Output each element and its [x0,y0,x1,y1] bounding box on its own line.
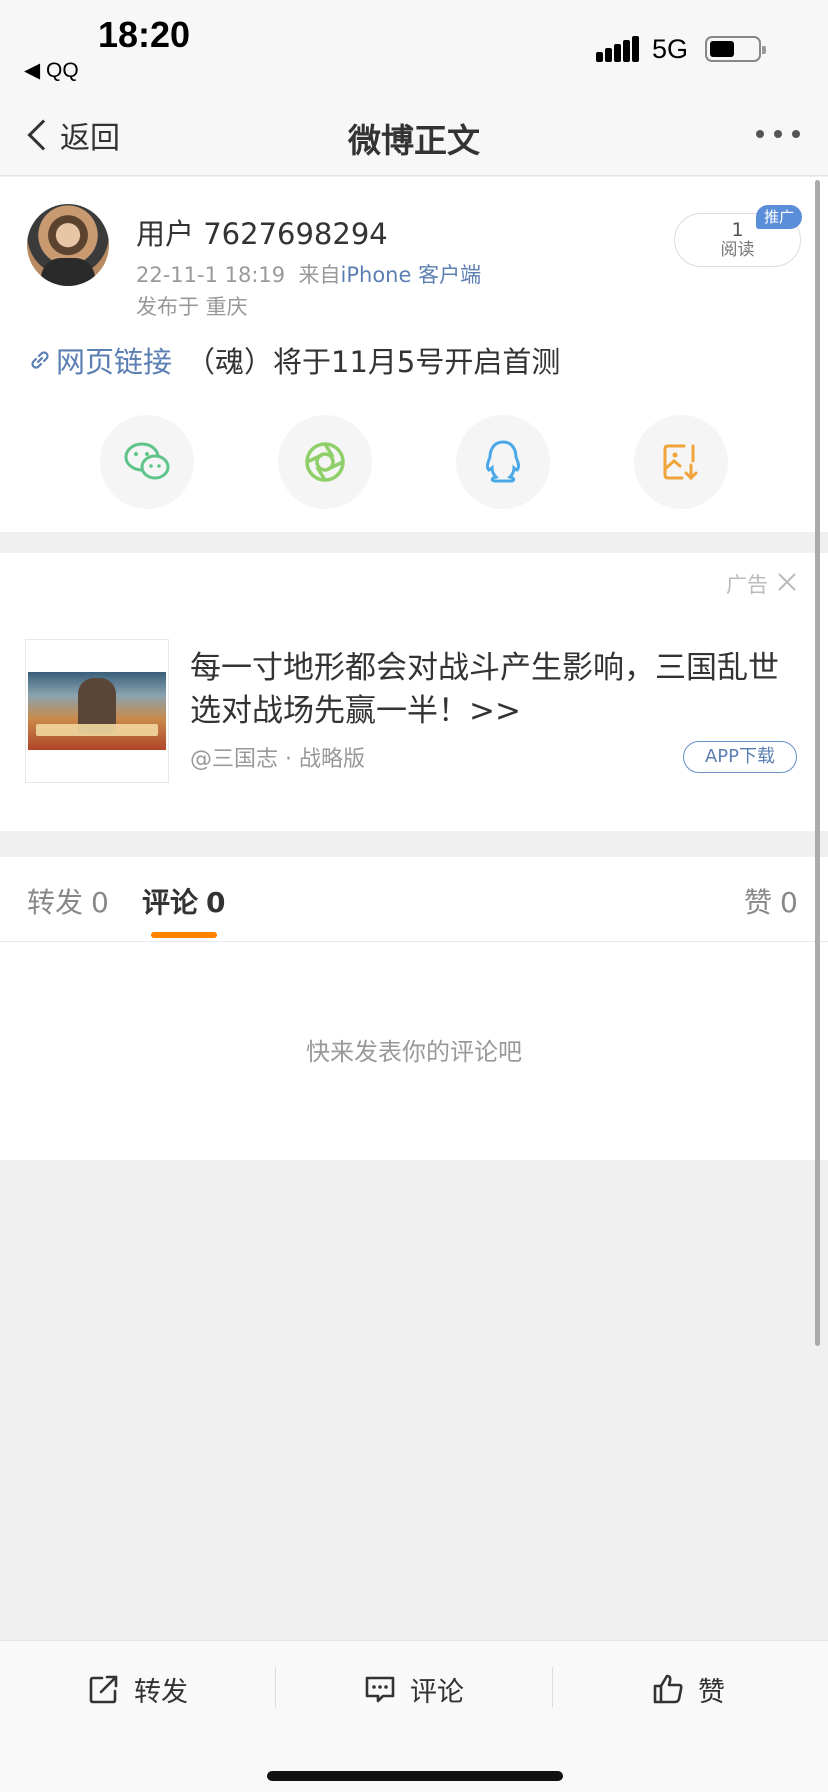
share-moments-button[interactable] [278,415,372,509]
more-options-icon[interactable] [756,130,800,138]
like-label: 赞 [698,1676,725,1708]
status-bar: 18:20 ◀ QQ 5G [0,0,828,98]
tab-repost[interactable]: 转发 0 [27,881,109,921]
post-meta: 22-11-1 18:19 来自iPhone 客户端 [136,259,481,289]
network-type: 5G [652,34,689,64]
tab-count: 0 [780,886,798,919]
ad-image[interactable] [25,639,169,783]
empty-comments-text: 快来发表你的评论吧 [306,1038,522,1066]
close-icon[interactable] [776,571,798,593]
active-tab-indicator [151,932,217,938]
tab-label: 赞 [744,886,773,919]
tab-comments[interactable]: 评论 0 [142,881,226,921]
link-icon [31,351,49,369]
repost-button[interactable]: 转发 [88,1667,188,1711]
share-qq-button[interactable] [456,415,550,509]
battery-icon [705,36,766,62]
thumbs-up-icon [653,1674,683,1704]
post-text: （魂）将于11月5号开启首测 [186,345,561,379]
back-to-app-link[interactable]: ◀ QQ [24,58,79,83]
nav-bar: 返回 微博正文 [0,98,828,176]
tab-likes[interactable]: 赞0 [744,881,798,921]
repost-label: 转发 [134,1676,188,1708]
bottom-toolbar: 转发 评论 赞 [0,1640,828,1792]
avatar[interactable] [27,204,109,286]
post-content: 网页链接 （魂）将于11月5号开启首测 [28,339,560,381]
like-button[interactable]: 赞 [652,1667,725,1711]
status-time: 18:20 [98,14,191,55]
ad-label: 广告 [726,573,768,597]
toolbar-divider [275,1667,276,1707]
ad-card[interactable]: 广告 每一寸地形都会对战斗产生影响，三国乱世选对战场先赢一半！>> @三国志 ·… [0,553,828,831]
post-source-link[interactable]: iPhone 客户端 [341,263,482,287]
tab-count: 0 [91,886,109,919]
ad-source: @三国志 · 战略版 [190,747,365,772]
comments-empty-state: 快来发表你的评论吧 [0,942,828,1160]
moments-icon [305,442,345,482]
save-image-icon [663,444,698,481]
tab-count: 0 [206,886,226,919]
page-title: 微博正文 [348,121,480,160]
post-card: 用户 7627698294 22-11-1 18:19 来自iPhone 客户端… [0,177,828,532]
app-download-button[interactable]: APP下载 [683,741,797,773]
post-timestamp: 22-11-1 18:19 [136,263,286,287]
promo-badge[interactable]: 推广 [756,205,803,229]
wechat-icon [124,442,170,480]
tab-label: 评论 [142,886,199,919]
comment-button[interactable]: 评论 [364,1667,464,1711]
post-location: 发布于 重庆 [136,295,248,319]
repost-icon [89,1675,118,1704]
comment-icon [365,1676,395,1703]
web-link[interactable]: 网页链接 [56,339,172,381]
read-label: 阅读 [720,240,755,260]
signal-icon [596,36,640,62]
post-source-prefix: 来自 [298,263,341,287]
share-row [0,415,828,511]
save-image-button[interactable] [634,415,728,509]
toolbar-divider [552,1667,553,1707]
interaction-tabs: 转发 0 评论 0 赞0 [0,857,828,942]
post-username[interactable]: 用户 7627698294 [136,211,388,253]
scrollbar[interactable] [815,180,820,1346]
tab-label: 转发 [27,886,84,919]
share-wechat-button[interactable] [100,415,194,509]
home-indicator[interactable] [267,1771,563,1781]
ad-title[interactable]: 每一寸地形都会对战斗产生影响，三国乱世选对战场先赢一半！>> [190,647,804,733]
comment-label: 评论 [410,1676,464,1708]
qq-icon [485,440,521,483]
